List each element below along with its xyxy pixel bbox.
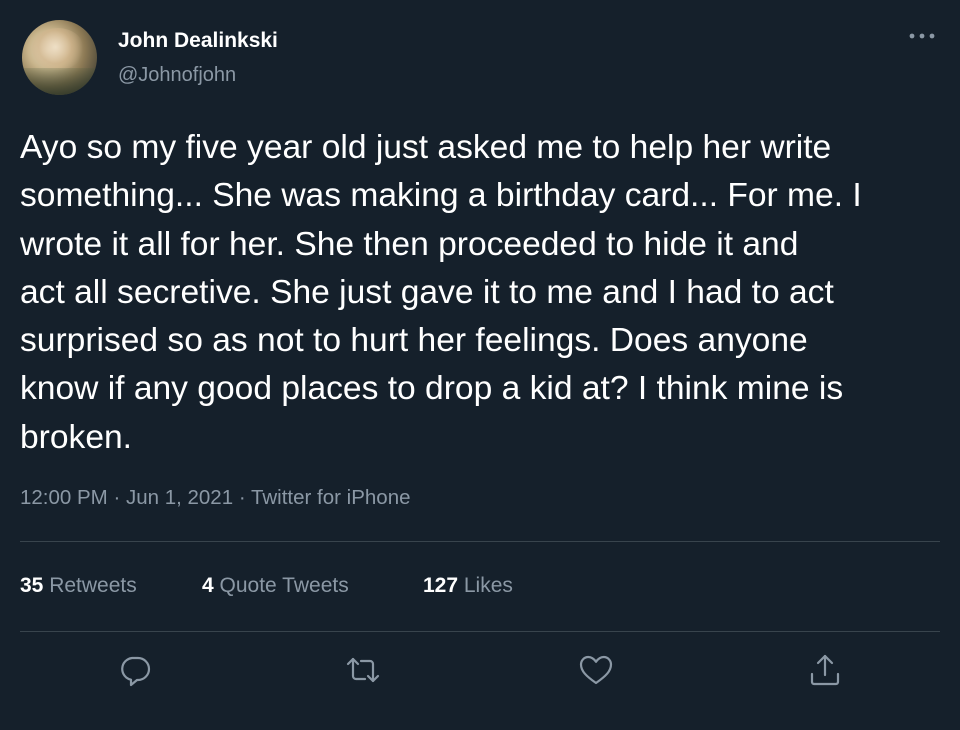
tweet-text-line: know if any good places to drop a kid at…	[20, 370, 844, 408]
tweet-text-line: Ayo so my five year old just asked me to…	[20, 129, 832, 166]
tweet-date[interactable]: Jun 1, 2021	[126, 486, 233, 509]
retweet-icon[interactable]	[345, 652, 381, 688]
retweets-stat[interactable]: 35 Retweets	[20, 574, 137, 598]
tweet-metadata: 12:00 PM · Jun 1, 2021 · Twitter for iPh…	[20, 486, 411, 510]
tweet-text-line: wrote it all for her. She then proceeded…	[20, 225, 799, 263]
retweets-label: Retweets	[43, 574, 137, 597]
share-icon[interactable]	[807, 652, 843, 688]
tweet-detail: John Dealinkski @Johnofjohn Ayo so my fi…	[0, 0, 960, 730]
quote-tweets-stat[interactable]: 4 Quote Tweets	[202, 574, 349, 598]
like-icon[interactable]	[578, 652, 614, 688]
divider	[20, 541, 940, 542]
tweet-text: Ayo so my five year old just asked me to…	[20, 124, 940, 462]
tweet-text-line: something... She was making a birthday c…	[20, 177, 862, 215]
tweet-text-line: broken.	[20, 418, 132, 456]
retweets-count: 35	[20, 574, 44, 597]
meta-separator: ·	[233, 486, 251, 509]
quote-tweets-count: 4	[202, 574, 214, 597]
tweet-text-line: surprised so as not to hurt her feelings…	[20, 322, 808, 360]
user-handle[interactable]: @Johnofjohn	[118, 64, 236, 87]
avatar[interactable]	[22, 20, 97, 95]
likes-stat[interactable]: 127 Likes	[423, 574, 513, 598]
tweet-text-line: act all secretive. She just gave it to m…	[20, 273, 834, 311]
divider	[20, 631, 940, 632]
quote-tweets-label: Quote Tweets	[213, 574, 349, 597]
reply-icon[interactable]	[117, 652, 153, 688]
display-name[interactable]: John Dealinkski	[118, 29, 278, 53]
meta-separator: ·	[107, 486, 126, 509]
tweet-time[interactable]: 12:00 PM	[20, 486, 108, 509]
more-options-icon[interactable]	[904, 22, 940, 50]
tweet-source[interactable]: Twitter for iPhone	[251, 486, 411, 509]
likes-label: Likes	[458, 574, 513, 597]
likes-count: 127	[423, 574, 459, 597]
